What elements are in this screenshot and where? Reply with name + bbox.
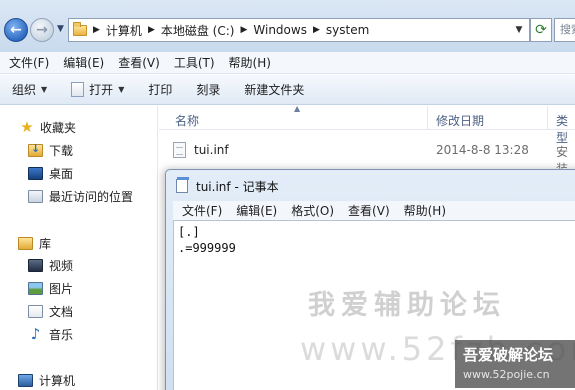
document-library-icon [28, 304, 43, 318]
back-button[interactable]: ← [4, 18, 28, 42]
sidebar-item-libraries[interactable]: 库 [18, 232, 51, 254]
sidebar-item-label: 视频 [49, 258, 74, 273]
menu-edit[interactable]: 编辑(E) [56, 54, 111, 71]
watermark-badge: 吾爱破解论坛 www.52pojie.cn [455, 340, 575, 388]
sidebar-item-label: 收藏夹 [40, 120, 77, 135]
new-folder-button[interactable]: 新建文件夹 [232, 75, 316, 105]
back-arrow-icon: ← [10, 22, 22, 38]
sidebar-item-documents[interactable]: 文档 [28, 300, 73, 322]
notepad-icon [176, 177, 189, 193]
open-label: 打开 [89, 83, 114, 97]
forward-arrow-icon: → [36, 22, 48, 38]
picture-library-icon [28, 281, 43, 295]
desktop-icon [28, 166, 43, 180]
notepad-menu-help[interactable]: 帮助(H) [397, 202, 453, 219]
computer-icon [18, 373, 33, 387]
navigation-pane: ★ 收藏夹 下载 桌面 最近访问的位置 库 视频 图片 文档 ♪ 音乐 计算机 [0, 106, 158, 390]
watermark-badge-url: www.52pojie.cn [463, 368, 550, 381]
breadcrumb-separator-icon[interactable]: ▶ [240, 25, 247, 35]
menu-tools[interactable]: 工具(T) [167, 54, 222, 71]
address-bar: ← → ▼ ▶ 计算机 ▶ 本地磁盘 (C:) ▶ Windows ▶ syst… [0, 0, 575, 52]
breadcrumb-system[interactable]: system [326, 23, 369, 37]
file-name: tui.inf [194, 143, 229, 157]
notepad-menu-file[interactable]: 文件(F) [175, 202, 229, 219]
breadcrumb-windows[interactable]: Windows [253, 23, 307, 37]
notepad-menu-format[interactable]: 格式(O) [284, 202, 341, 219]
sidebar-item-favorites[interactable]: ★ 收藏夹 [18, 116, 76, 138]
sidebar-item-label: 文档 [49, 304, 74, 319]
print-label: 打印 [148, 83, 173, 97]
file-row[interactable]: tui.inf 2014-8-8 13:28 安装信息 [159, 139, 575, 210]
sidebar-item-desktop[interactable]: 桌面 [28, 162, 73, 184]
star-icon: ★ [20, 118, 34, 136]
sidebar-item-videos[interactable]: 视频 [28, 254, 73, 276]
file-modified-date: 2014-8-8 13:28 [436, 143, 529, 157]
inf-file-icon [173, 142, 186, 158]
breadcrumb-separator-icon[interactable]: ▶ [313, 25, 320, 35]
sidebar-item-label: 图片 [49, 281, 74, 296]
path-history-dropdown[interactable]: ▼ [509, 19, 529, 41]
organize-button[interactable]: 组织 ▼ [0, 75, 59, 105]
column-header-name[interactable]: 名称 [175, 112, 199, 129]
breadcrumb[interactable]: ▶ 计算机 ▶ 本地磁盘 (C:) ▶ Windows ▶ system [68, 18, 530, 42]
sidebar-item-music[interactable]: ♪ 音乐 [28, 323, 73, 345]
sidebar-item-label: 计算机 [39, 373, 76, 388]
watermark-badge-title: 吾爱破解论坛 [463, 346, 554, 364]
column-headers: ▲ 名称 修改日期 类型 [159, 104, 575, 145]
open-button[interactable]: 打开 ▼ [59, 75, 136, 105]
music-note-icon: ♪ [30, 324, 41, 343]
sidebar-item-label: 库 [39, 236, 52, 251]
window-title: tui.inf - 记事本 [196, 180, 279, 194]
new-folder-label: 新建文件夹 [244, 83, 305, 97]
sidebar-item-computer[interactable]: 计算机 [18, 369, 75, 390]
sidebar-item-downloads[interactable]: 下载 [28, 139, 73, 161]
breadcrumb-separator-icon[interactable]: ▶ [93, 25, 100, 35]
burn-label: 刻录 [196, 83, 221, 97]
watermark-text: 我爱辅助论坛 [308, 290, 506, 321]
chevron-down-icon: ▼ [118, 85, 125, 94]
document-icon [71, 82, 85, 97]
sidebar-item-label: 最近访问的位置 [49, 189, 134, 204]
search-input[interactable]: 搜索 [554, 18, 575, 42]
downloads-folder-icon [28, 142, 43, 157]
menu-bar: 文件(F) 编辑(E) 查看(V) 工具(T) 帮助(H) [0, 52, 575, 74]
video-library-icon [28, 258, 43, 272]
notepad-menu-bar: 文件(F) 编辑(E) 格式(O) 查看(V) 帮助(H) [173, 201, 575, 220]
sort-ascending-icon: ▲ [294, 104, 301, 113]
menu-view[interactable]: 查看(V) [111, 54, 167, 71]
command-toolbar: 组织 ▼ 打开 ▼ 打印 刻录 新建文件夹 [0, 75, 575, 105]
burn-button[interactable]: 刻录 [184, 75, 232, 105]
breadcrumb-local-disk[interactable]: 本地磁盘 (C:) [161, 22, 235, 39]
column-header-date[interactable]: 修改日期 [436, 112, 484, 129]
sidebar-item-pictures[interactable]: 图片 [28, 277, 73, 299]
sidebar-item-label: 桌面 [49, 166, 74, 181]
column-divider[interactable] [427, 106, 428, 130]
menu-file[interactable]: 文件(F) [2, 54, 56, 71]
breadcrumb-computer[interactable]: 计算机 [106, 22, 142, 39]
menu-help[interactable]: 帮助(H) [222, 54, 278, 71]
sidebar-item-label: 音乐 [49, 327, 74, 342]
notepad-menu-edit[interactable]: 编辑(E) [229, 202, 284, 219]
organize-label: 组织 [12, 83, 37, 97]
refresh-icon: ⟳ [535, 22, 547, 38]
chevron-down-icon: ▼ [515, 25, 523, 35]
sidebar-item-label: 下载 [49, 143, 74, 158]
chevron-down-icon: ▼ [41, 85, 48, 94]
print-button[interactable]: 打印 [136, 75, 184, 105]
breadcrumb-separator-icon[interactable]: ▶ [148, 25, 155, 35]
column-divider[interactable] [547, 106, 548, 130]
library-icon [18, 236, 33, 250]
sidebar-item-recent-places[interactable]: 最近访问的位置 [28, 185, 133, 207]
recent-pages-dropdown[interactable]: ▼ [57, 24, 64, 34]
recent-places-icon [28, 189, 43, 203]
folder-icon [73, 21, 87, 36]
refresh-button[interactable]: ⟳ [530, 18, 552, 42]
forward-button[interactable]: → [30, 18, 54, 42]
notepad-menu-view[interactable]: 查看(V) [341, 202, 397, 219]
